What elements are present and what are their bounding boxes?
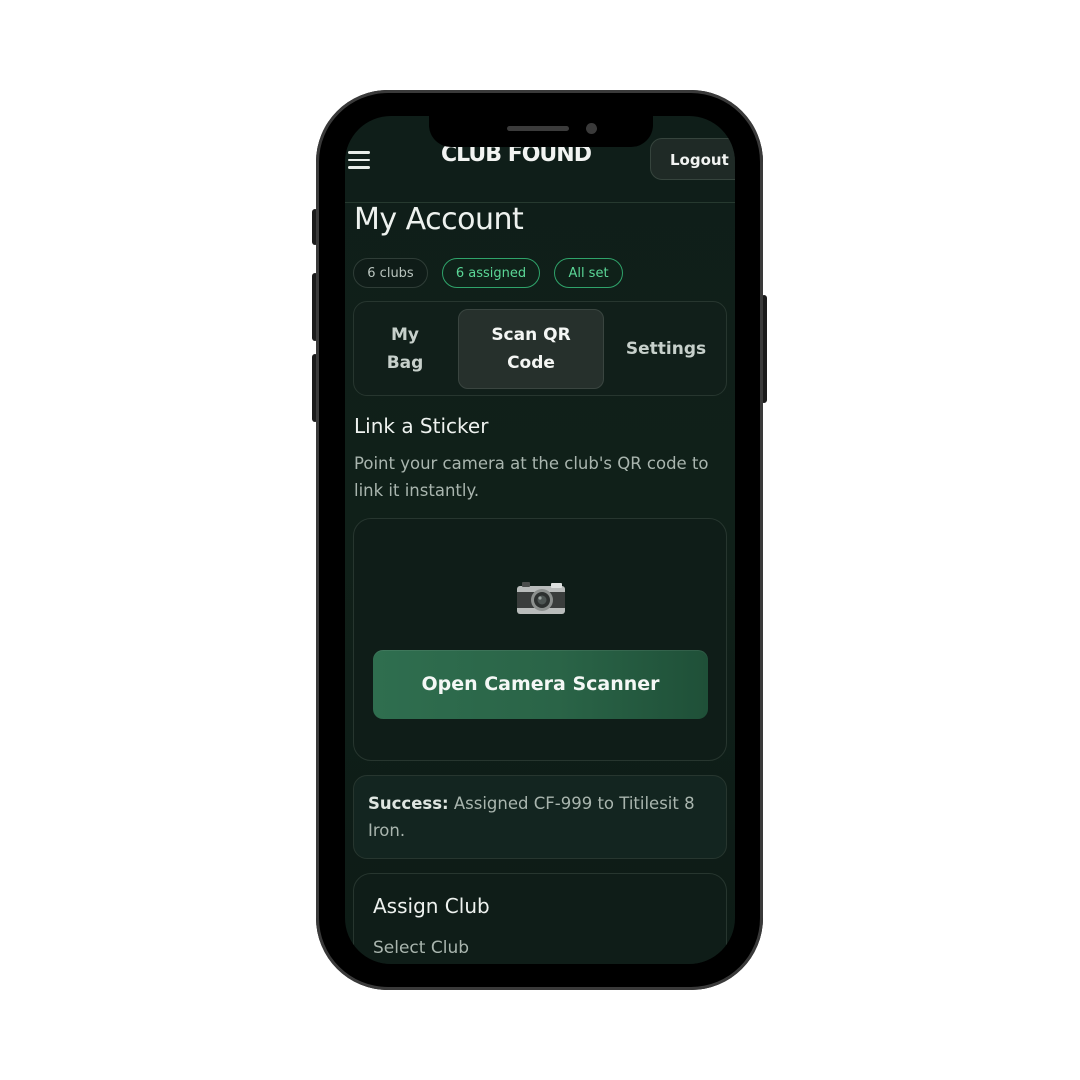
account-tabs: My Bag Scan QR Code Settings bbox=[353, 301, 727, 396]
select-club-label: Select Club bbox=[373, 938, 470, 958]
speaker-grille bbox=[507, 126, 569, 131]
notch bbox=[429, 116, 653, 147]
front-camera bbox=[586, 123, 597, 134]
success-alert: Success: Assigned CF-999 to Titilesit 8 … bbox=[353, 775, 727, 859]
scanner-card: Open Camera Scanner bbox=[353, 518, 727, 761]
phone-screen: CLUB FOUND Logout My Account 6 clubs 6 a… bbox=[345, 116, 735, 964]
tab-label: Scan QR Code bbox=[491, 325, 571, 373]
tab-label: Settings bbox=[625, 339, 707, 359]
clubs-count-badge: 6 clubs bbox=[353, 258, 428, 288]
logout-button[interactable]: Logout bbox=[650, 138, 735, 180]
status-badge: All set bbox=[554, 258, 623, 288]
section-title: Link a Sticker bbox=[354, 414, 489, 438]
open-camera-scanner-button[interactable]: Open Camera Scanner bbox=[373, 650, 708, 719]
assign-club-card: Assign Club Select Club bbox=[353, 873, 727, 964]
section-description: Point your camera at the club's QR code … bbox=[354, 454, 709, 500]
assigned-count-badge: 6 assigned bbox=[442, 258, 540, 288]
page-title: My Account bbox=[354, 202, 524, 237]
assign-club-title: Assign Club bbox=[373, 894, 490, 918]
tab-my-bag[interactable]: My Bag bbox=[361, 309, 449, 389]
camera-icon bbox=[517, 582, 565, 614]
tab-scan-qr-code[interactable]: Scan QR Code bbox=[458, 309, 604, 389]
stage: CLUB FOUND Logout My Account 6 clubs 6 a… bbox=[0, 0, 1080, 1080]
tab-settings[interactable]: Settings bbox=[612, 309, 720, 389]
tab-label: My Bag bbox=[386, 325, 424, 373]
success-label: Success: bbox=[368, 794, 449, 813]
